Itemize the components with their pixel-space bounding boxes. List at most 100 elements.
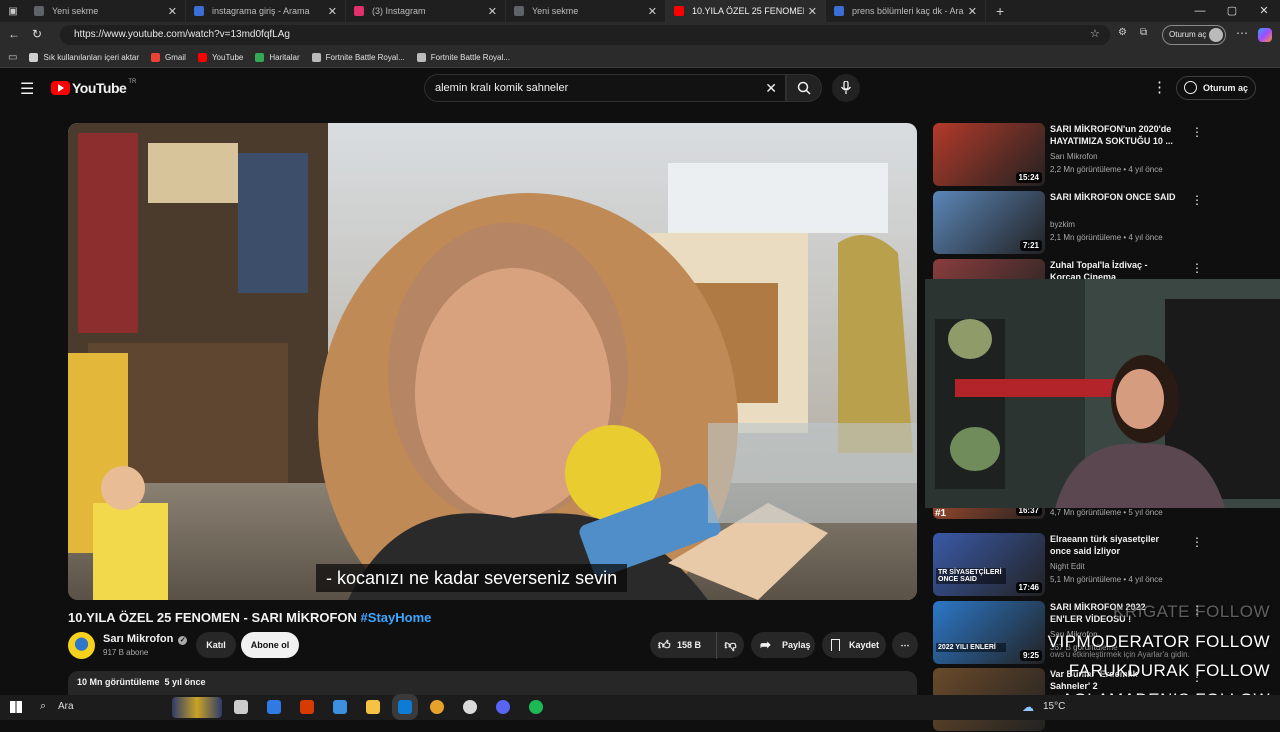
taskbar-search-icon[interactable]: ⌕	[40, 700, 46, 713]
youtube-signin-button[interactable]: Oturum aç	[1176, 76, 1256, 100]
chrome-icon[interactable]	[430, 700, 444, 714]
bookmark-favicon-icon	[311, 53, 321, 62]
taskbar-search-decoration	[172, 697, 222, 718]
browser-tab[interactable]: 10.YILA ÖZEL 25 FENOMEN ✕	[666, 0, 826, 22]
close-window-icon[interactable]: ✕	[1248, 0, 1280, 22]
recommended-video[interactable]: 7:21 SARI MİKROFON ONCE SAID byzkim 2,1 Mn …	[933, 191, 1263, 255]
refresh-icon[interactable]: ↻	[32, 27, 42, 41]
browser-tab[interactable]: prens bölümleri kaç dk - Arama ✕	[826, 0, 986, 22]
tab-actions-icon[interactable]: ▣	[0, 6, 26, 17]
recommended-title[interactable]: Elraeann türk siyasetçiler once said İzl…	[1050, 533, 1180, 557]
bookmark-item[interactable]: Sık kullanılanları içeri aktar	[29, 53, 139, 62]
tab-close-icon[interactable]: ✕	[968, 5, 977, 18]
maximize-icon[interactable]: ▢	[1216, 0, 1248, 22]
bookmark-item[interactable]: Haritalar	[255, 53, 300, 62]
back-icon[interactable]: ←	[8, 27, 20, 41]
browser-tab[interactable]: Yeni sekme ✕	[506, 0, 666, 22]
weather-icon[interactable]: ☁	[1022, 700, 1034, 714]
channel-name[interactable]: Sarı Mikrofon ✓	[103, 633, 188, 645]
taskbar-search-label[interactable]: Ara	[58, 701, 74, 712]
extensions-icon[interactable]: ⚙	[1118, 27, 1127, 38]
tab-favicon-icon	[834, 6, 844, 16]
favorite-star-icon[interactable]: ☆	[1090, 27, 1100, 40]
youtube-header: ☰ YouTube TR alemin kralı komik sahneler…	[0, 68, 1270, 108]
video-hashtag-link[interactable]: #StayHome	[361, 610, 432, 625]
more-options-icon[interactable]: ⋮	[1191, 535, 1203, 549]
more-options-icon[interactable]: ⋮	[1191, 193, 1203, 207]
tab-close-icon[interactable]: ✕	[168, 5, 177, 18]
app-icon[interactable]	[463, 700, 477, 714]
recommended-channel[interactable]: byzkim	[1050, 220, 1075, 229]
subscribe-button[interactable]: Abone ol	[241, 632, 299, 658]
menu-icon[interactable]: ☰	[20, 79, 34, 99]
tab-close-icon[interactable]: ✕	[808, 5, 817, 18]
store-icon[interactable]	[267, 700, 281, 714]
reading-view-icon[interactable]: ▭	[8, 52, 17, 63]
join-button[interactable]: Katıl	[196, 632, 236, 658]
youtube-signin-label: Oturum aç	[1203, 83, 1249, 93]
discord-icon[interactable]	[496, 700, 510, 714]
video-thumbnail[interactable]: 15:24	[933, 123, 1045, 186]
minimize-icon[interactable]: —	[1184, 0, 1216, 22]
bookmark-label: Fortnite Battle Royal...	[325, 53, 405, 62]
new-tab-icon[interactable]: +	[996, 3, 1004, 19]
tab-close-icon[interactable]: ✕	[648, 5, 657, 18]
search-button[interactable]	[786, 74, 822, 102]
spotify-icon[interactable]	[529, 700, 543, 714]
video-thumbnail[interactable]: TR SİYASETÇİLERİ ONCE SAID 17:46	[933, 533, 1045, 596]
url-input[interactable]: https://www.youtube.com/watch?v=13md0fqf…	[60, 25, 1110, 45]
webcam-overlay	[925, 279, 1280, 508]
video-thumbnail[interactable]: 2022 YILI ENLERİ 9:25	[933, 601, 1045, 664]
browser-signin-button[interactable]: Oturum aç	[1162, 25, 1226, 45]
browser-tab[interactable]: Yeni sekme ✕	[26, 0, 186, 22]
windows-start-icon[interactable]	[10, 701, 22, 713]
tab-favicon-icon	[194, 6, 204, 16]
recommended-channel[interactable]: Night Edit	[1050, 562, 1085, 571]
task-view-icon[interactable]	[234, 700, 248, 714]
youtube-logo[interactable]: YouTube TR	[51, 79, 136, 96]
recommended-meta: 2,2 Mn görüntüleme • 4 yıl önce	[1050, 165, 1163, 174]
bookmark-item[interactable]: Gmail	[151, 53, 186, 62]
views-and-date: 10 Mn görüntüleme 5 yıl önce	[77, 677, 206, 687]
more-horizontal-icon: ⋯	[900, 640, 910, 650]
recommended-video[interactable]: TR SİYASETÇİLERİ ONCE SAID 17:46 Elraeann …	[933, 533, 1263, 597]
more-options-icon[interactable]: ⋮	[1191, 125, 1203, 139]
bookmark-item[interactable]: Fortnite Battle Royal...	[416, 53, 510, 62]
browser-tab[interactable]: instagrama giriş - Arama ✕	[186, 0, 346, 22]
copilot-icon[interactable]	[1258, 28, 1272, 42]
windows-activation-hint: ows'u etkinleştirmek için Ayarlar'a gidi…	[1050, 650, 1190, 659]
clear-search-icon[interactable]: ✕	[765, 75, 777, 101]
more-options-icon[interactable]: ⋯	[1236, 26, 1248, 40]
bookmark-item[interactable]: Fortnite Battle Royal...	[311, 53, 405, 62]
tab-favicon-icon	[674, 6, 684, 16]
video-player[interactable]	[68, 123, 917, 600]
settings-dots-icon[interactable]: ⋮	[1152, 78, 1167, 96]
microphone-icon	[840, 81, 852, 94]
recommended-title[interactable]: SARI MİKROFON'un 2020'de HAYATIMIZA SOKT…	[1050, 123, 1180, 147]
browser-tab[interactable]: (3) Instagram ✕	[346, 0, 506, 22]
office-icon[interactable]	[300, 700, 314, 714]
voice-search-button[interactable]	[832, 74, 860, 102]
recommended-video[interactable]: 15:24 SARI MİKROFON'un 2020'de HAYATIMIZA…	[933, 123, 1263, 187]
like-button[interactable]: 👍︎ 158 B 👎︎	[650, 632, 744, 659]
share-button[interactable]: ➦ Paylaş	[751, 632, 815, 658]
save-label: Kaydet	[849, 640, 880, 650]
tab-close-icon[interactable]: ✕	[328, 5, 337, 18]
video-thumbnail[interactable]: 7:21	[933, 191, 1045, 254]
bookmark-item[interactable]: YouTube	[197, 53, 243, 62]
remote-icon[interactable]	[333, 700, 347, 714]
collections-icon[interactable]: ⧉	[1140, 27, 1147, 38]
channel-avatar[interactable]	[68, 632, 95, 659]
file-explorer-icon[interactable]	[366, 700, 380, 714]
edge-icon[interactable]	[398, 700, 412, 714]
recommended-title[interactable]: SARI MİKROFON ONCE SAID	[1050, 191, 1180, 203]
search-input[interactable]: alemin kralı komik sahneler ✕	[424, 74, 786, 102]
tab-close-icon[interactable]: ✕	[488, 5, 497, 18]
tab-favicon-icon	[34, 6, 44, 16]
more-options-icon[interactable]: ⋮	[1191, 261, 1203, 275]
dislike-button[interactable]: 👎︎	[716, 632, 744, 659]
recommended-channel[interactable]: Sarı Mikrofon	[1050, 152, 1098, 161]
save-button[interactable]: Kaydet	[822, 632, 886, 658]
recommended-meta: 2,1 Mn görüntüleme • 4 yıl önce	[1050, 233, 1163, 242]
more-actions-button[interactable]: ⋯	[892, 632, 918, 658]
